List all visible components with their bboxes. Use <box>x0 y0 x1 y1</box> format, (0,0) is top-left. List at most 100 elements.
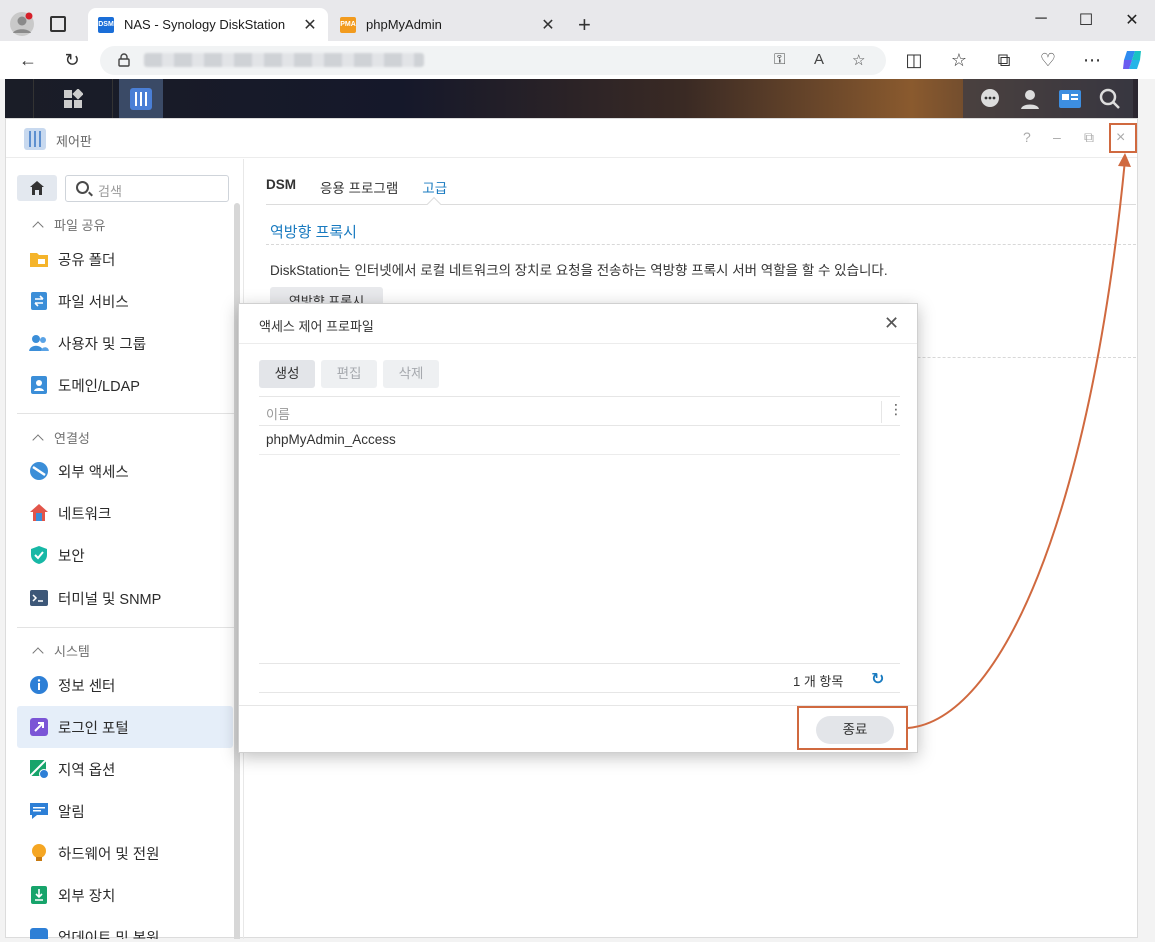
sidebar-item-network[interactable]: 네트워크 <box>17 492 233 534</box>
sidebar-item-users-groups[interactable]: 사용자 및 그룹 <box>17 322 233 364</box>
tab-applications[interactable]: 응용 프로그램 <box>320 177 398 205</box>
annotation-highlight-box <box>797 706 908 750</box>
sidebar-search[interactable]: 검색 <box>65 175 229 202</box>
sidebar-item-external-devices[interactable]: 외부 장치 <box>17 874 233 916</box>
url-text-blurred <box>144 53 424 67</box>
reverse-proxy-description: DiskStation는 인터넷에서 로컬 네트워크의 장치로 요청을 전송하는… <box>270 263 888 278</box>
delete-button[interactable]: 삭제 <box>383 360 439 388</box>
external-access-icon <box>30 462 48 480</box>
sidebar-item-file-services[interactable]: 파일 서비스 <box>17 280 233 322</box>
divider <box>266 244 1136 245</box>
refresh-icon[interactable]: ↻ <box>871 669 884 689</box>
control-panel-icon <box>130 87 152 110</box>
annotation-highlight-box <box>1109 123 1137 153</box>
notification-icon <box>30 803 48 819</box>
login-portal-icon <box>30 718 48 736</box>
sidebar-item-info-center[interactable]: 정보 센터 <box>17 664 233 706</box>
folder-icon <box>30 253 48 267</box>
file-services-icon <box>31 292 47 310</box>
minimize-window-icon[interactable]: ─ <box>1031 10 1051 28</box>
dialog-title: 액세스 제어 프로파일 <box>259 319 374 334</box>
column-header-name[interactable]: 이름 <box>266 404 290 423</box>
restore-icon[interactable]: ⧉ <box>1084 129 1094 146</box>
chat-icon[interactable] <box>975 79 1005 118</box>
control-panel-taskbar-button[interactable] <box>119 79 163 118</box>
sidebar-item-notification[interactable]: 알림 <box>17 790 233 832</box>
new-tab-button[interactable]: + <box>578 12 591 38</box>
help-icon[interactable]: ? <box>1023 129 1031 145</box>
sidebar-item-security[interactable]: 보안 <box>17 534 233 576</box>
access-control-profile-dialog: 액세스 제어 프로파일 ✕ 생성 편집 삭제 이름 ⋮ phpMyAdmin_A… <box>238 303 918 753</box>
sidebar-item-hardware-power[interactable]: 하드웨어 및 전원 <box>17 832 233 874</box>
minimize-icon[interactable]: – <box>1053 129 1061 145</box>
sidebar-item-login-portal[interactable]: 로그인 포털 <box>17 706 233 748</box>
tab-bar: DSM 응용 프로그램 고급 <box>266 177 471 205</box>
chevron-up-icon <box>32 434 44 446</box>
section-system[interactable]: 시스템 <box>32 641 90 660</box>
divider <box>17 627 234 628</box>
close-tab-icon[interactable]: ✕ <box>302 15 318 35</box>
profile-name-cell: phpMyAdmin_Access <box>266 432 396 447</box>
grid-menu-icon <box>64 88 83 108</box>
network-house-icon <box>30 504 48 521</box>
key-icon[interactable]: ⚿ <box>774 51 785 68</box>
reverse-proxy-title: 역방향 프록시 <box>270 224 357 241</box>
lock-icon <box>118 53 130 67</box>
close-window-icon[interactable]: ✕ <box>1122 10 1142 30</box>
tab-actions-icon[interactable] <box>50 16 66 32</box>
tab-title: phpMyAdmin <box>366 17 442 32</box>
edit-button[interactable]: 편집 <box>321 360 377 388</box>
shield-icon <box>31 546 47 564</box>
domain-icon <box>31 376 47 394</box>
chevron-up-icon <box>32 647 44 659</box>
external-device-icon <box>31 886 47 904</box>
sidebar-item-domain-ldap[interactable]: 도메인/LDAP <box>17 364 233 406</box>
section-connectivity[interactable]: 연결성 <box>32 428 90 447</box>
refresh-icon[interactable]: ↻ <box>61 49 83 71</box>
dialog-footer: 종료 <box>239 705 917 753</box>
favorites-icon[interactable]: ☆ <box>948 49 970 71</box>
search-placeholder: 검색 <box>98 184 122 199</box>
divider <box>17 413 234 414</box>
split-screen-icon[interactable]: ◫ <box>903 49 925 71</box>
tab-dsm[interactable]: DSM <box>266 177 296 205</box>
control-panel-icon <box>24 128 46 150</box>
user-icon[interactable] <box>1015 79 1045 118</box>
browser-toolbar: ← ↻ ⚿ A ☆ ◫ ☆ ⧉ ♡ ⋯ <box>0 41 1155 79</box>
sidebar-item-update-restore[interactable]: 업데이트 및 복원 <box>17 916 233 939</box>
home-icon <box>30 181 44 195</box>
create-button[interactable]: 생성 <box>259 360 315 388</box>
collections-icon[interactable]: ⧉ <box>993 49 1015 71</box>
more-icon[interactable]: ⋯ <box>1081 49 1103 71</box>
main-menu-button[interactable] <box>33 79 113 118</box>
close-icon[interactable]: ✕ <box>884 313 899 334</box>
tab-title: NAS - Synology DiskStation <box>124 17 286 32</box>
column-separator <box>881 401 882 423</box>
tab-diskstation[interactable]: DSM NAS - Synology DiskStation ✕ <box>88 8 328 41</box>
sidebar-item-shared-folder[interactable]: 공유 폴더 <box>17 238 233 280</box>
close-tab-icon[interactable]: ✕ <box>540 15 556 35</box>
sidebar-item-terminal-snmp[interactable]: 터미널 및 SNMP <box>17 577 233 619</box>
address-bar[interactable]: ⚿ A ☆ <box>100 46 886 75</box>
section-file-sharing[interactable]: 파일 공유 <box>32 215 105 234</box>
column-menu-icon[interactable]: ⋮ <box>889 401 903 418</box>
update-icon <box>30 928 48 939</box>
maximize-window-icon[interactable]: ☐ <box>1076 10 1096 30</box>
tab-phpmyadmin[interactable]: PMA phpMyAdmin ✕ <box>330 8 566 41</box>
copilot-icon[interactable] <box>1121 49 1143 71</box>
terminal-icon <box>30 590 48 606</box>
favorite-star-icon[interactable]: ☆ <box>852 51 865 69</box>
widgets-icon[interactable] <box>1055 79 1085 118</box>
sidebar-item-external-access[interactable]: 외부 액세스 <box>17 450 233 492</box>
search-icon[interactable] <box>1095 79 1125 118</box>
sidebar-item-regional-options[interactable]: 지역 옵션 <box>17 748 233 790</box>
table-row[interactable]: phpMyAdmin_Access <box>259 426 900 455</box>
profile-icon[interactable] <box>10 12 34 36</box>
dsm-favicon-icon: DSM <box>98 16 114 33</box>
back-arrow-icon[interactable]: ← <box>17 49 39 71</box>
read-aloud-icon[interactable]: A <box>814 51 824 68</box>
home-button[interactable] <box>17 175 57 201</box>
chevron-up-icon <box>32 221 44 233</box>
browser-essentials-icon[interactable]: ♡ <box>1037 49 1059 71</box>
tab-underline <box>266 204 1136 205</box>
